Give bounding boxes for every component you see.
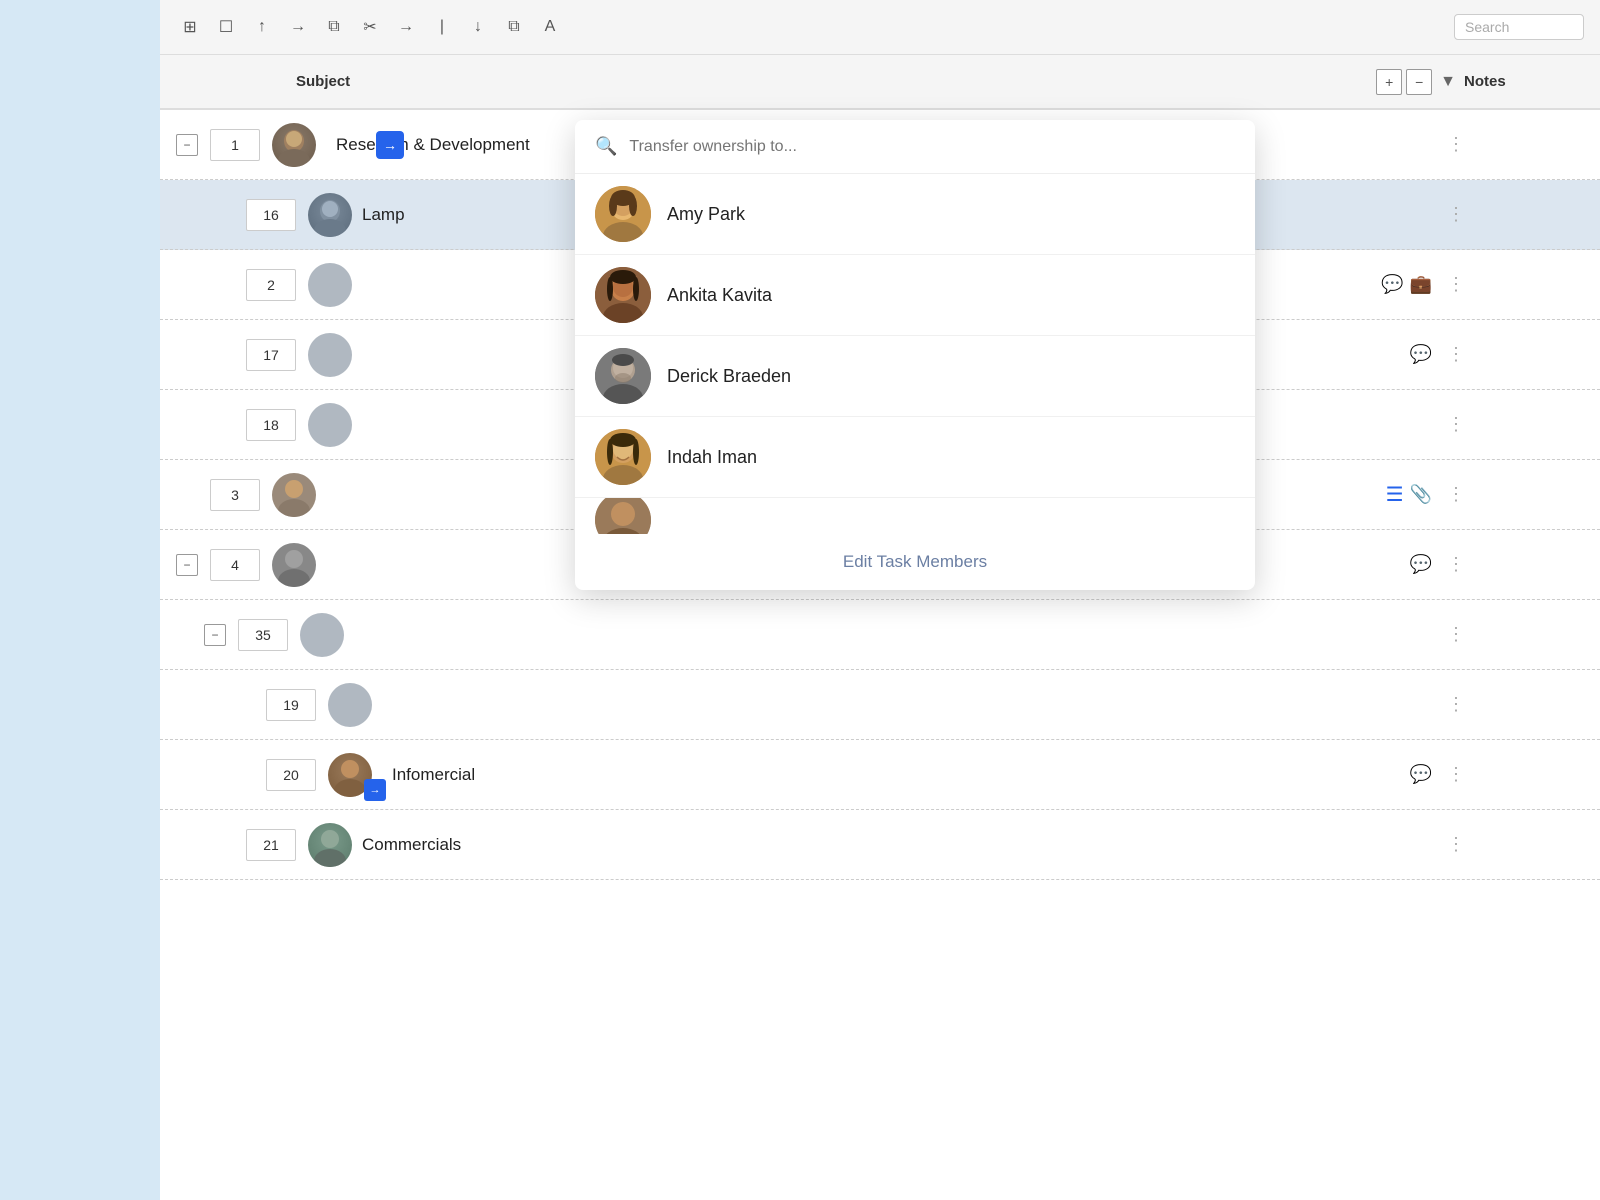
row-number: 3 [210,479,260,511]
arrow-right-icon[interactable]: → [284,13,312,41]
transfer-person-partial[interactable] [575,498,1255,534]
collapse-all-button[interactable]: − [1406,69,1432,95]
chat-icon: 💬 [1410,554,1432,575]
row-context-menu[interactable]: ⋮ [1444,405,1468,445]
arrow-up-icon[interactable]: ↑ [248,13,276,41]
left-panel [0,0,160,1200]
table-row: − 35 ⋮ [160,600,1600,670]
chat-icon: 💬 [1381,274,1403,295]
row-context-menu[interactable]: ⋮ [1444,265,1468,305]
row-context-menu[interactable]: ⋮ [1444,475,1468,515]
avatar [308,193,352,237]
avatar-indah-iman [595,429,651,485]
avatar-partial [595,498,651,534]
search-icon: 🔍 [595,136,617,157]
arrow-badge-row1: → [376,131,404,159]
row-icons: ☰ 📎 [1386,482,1432,507]
text-icon[interactable]: A [536,13,564,41]
person-name-ankita-kavita: Ankita Kavita [667,285,772,306]
transfer-search-bar: 🔍 [575,120,1255,174]
avatar-amy-park [595,186,651,242]
row-context-menu[interactable]: ⋮ [1444,125,1468,165]
search-input[interactable]: Search [1454,14,1584,40]
avatar [272,543,316,587]
avatar [308,403,352,447]
row-number: 1 [210,129,260,161]
row-icons: 💬 [1410,764,1432,785]
avatar [272,123,316,167]
transfer-person-amy-park[interactable]: Amy Park [575,174,1255,255]
arrow-badge-row20: → [364,779,386,801]
square-icon[interactable]: ☐ [212,13,240,41]
row-title: Infomercial [392,765,1410,785]
avatar [308,333,352,377]
row-context-menu[interactable]: ⋮ [1444,825,1468,865]
transfer-ownership-dropdown: 🔍 Amy Park [575,120,1255,590]
row-number: 20 [266,759,316,791]
row-number: 4 [210,549,260,581]
divider-icon[interactable]: | [428,13,456,41]
row-context-menu[interactable]: ⋮ [1444,195,1468,235]
chat-icon: 💬 [1410,764,1432,785]
arrow-right2-icon[interactable]: → [392,13,420,41]
person-name-indah-iman: Indah Iman [667,447,757,468]
list-icon: ☰ [1386,482,1404,507]
avatar [308,263,352,307]
row-number: 21 [246,829,296,861]
edit-task-members-label: Edit Task Members [843,552,987,572]
header-actions: + − [1376,69,1432,95]
row-context-menu[interactable]: ⋮ [1444,615,1468,655]
scissors-icon[interactable]: ✂ [356,13,384,41]
avatar [328,683,372,727]
person-name-derick-braeden: Derick Braeden [667,366,791,387]
person-name-amy-park: Amy Park [667,204,745,225]
briefcase-icon: 💼 [1410,274,1432,295]
row-icons: 💬 [1410,344,1432,365]
row-number: 17 [246,339,296,371]
row-number: 35 [238,619,288,651]
row-number: 19 [266,689,316,721]
row-number: 2 [246,269,296,301]
toolbar: ⊞ ☐ ↑ → ⧉ ✂ → | ↓ ⧉ A Search [160,0,1600,55]
collapse-button-row1[interactable]: − [176,134,198,156]
transfer-search-input[interactable] [629,138,1235,156]
paperclip-icon: 📎 [1410,484,1432,505]
avatar-ankita-kavita [595,267,651,323]
subject-column-header: Subject [296,73,1376,90]
table-header: Subject + − ▼ Notes [160,55,1600,110]
avatar [308,823,352,867]
row-icons: 💬 [1410,554,1432,575]
row-icons: 💬 💼 [1381,274,1432,295]
main-container: ⊞ ☐ ↑ → ⧉ ✂ → | ↓ ⧉ A Search Subject + −… [160,0,1600,1200]
table-row: 20 → Infomercial 💬 ⋮ [160,740,1600,810]
avatar [272,473,316,517]
chat-icon: 💬 [1410,344,1432,365]
avatar-derick-braeden [595,348,651,404]
table-row: 19 ⋮ [160,670,1600,740]
row-number: 18 [246,409,296,441]
table-row: 21 Commercials ⋮ [160,810,1600,880]
collapse-button-row4[interactable]: − [176,554,198,576]
expand-all-button[interactable]: + [1376,69,1402,95]
grid-icon[interactable]: ⊞ [176,13,204,41]
row-context-menu[interactable]: ⋮ [1444,755,1468,795]
row-number: 16 [246,199,296,231]
filter-icon[interactable]: ▼ [1440,73,1456,91]
collapse-button-row35[interactable]: − [204,624,226,646]
row-context-menu[interactable]: ⋮ [1444,545,1468,585]
transfer-person-indah-iman[interactable]: Indah Iman [575,417,1255,498]
row-title: Commercials [362,835,1444,855]
transfer-person-derick-braeden[interactable]: Derick Braeden [575,336,1255,417]
copy2-icon[interactable]: ⧉ [500,13,528,41]
row-context-menu[interactable]: ⋮ [1444,335,1468,375]
edit-task-members-button[interactable]: Edit Task Members [575,534,1255,590]
notes-column-header: Notes [1464,73,1584,90]
row-context-menu[interactable]: ⋮ [1444,685,1468,725]
arrow-down-icon[interactable]: ↓ [464,13,492,41]
avatar [300,613,344,657]
transfer-person-ankita-kavita[interactable]: Ankita Kavita [575,255,1255,336]
copy-icon[interactable]: ⧉ [320,13,348,41]
